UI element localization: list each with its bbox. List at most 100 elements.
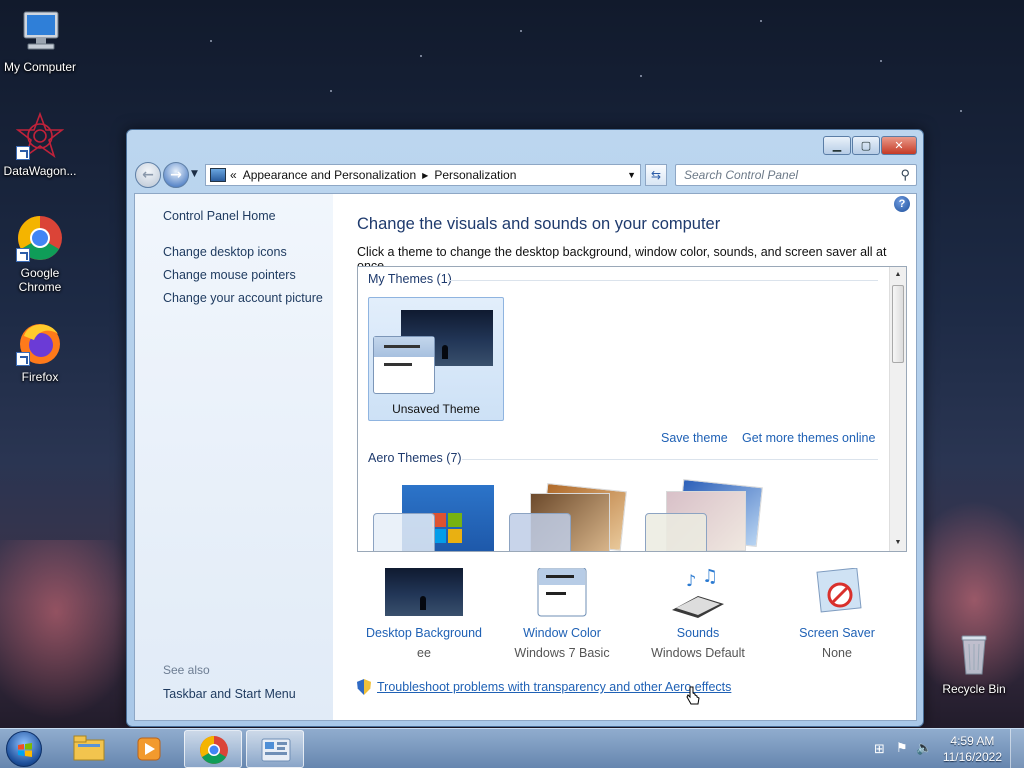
volume-icon[interactable]: 🔈: [916, 741, 932, 756]
aero-themes-label: Aero Themes (7): [368, 451, 462, 465]
desktop-icon-my-computer[interactable]: My Computer: [0, 8, 80, 74]
address-row: ← → ▼ « Appearance and Personalization ▶…: [135, 162, 917, 189]
recent-pages-dropdown[interactable]: ▼: [191, 169, 198, 179]
network-icon[interactable]: ⊞: [874, 742, 885, 757]
desktop-background-setting[interactable]: Desktop Background ee: [356, 568, 492, 660]
control-panel-icon: [261, 738, 291, 762]
action-center-flag-icon[interactable]: ⚑: [896, 741, 908, 756]
content-area: Control Panel Home Change desktop icons …: [134, 193, 917, 721]
refresh-icon: ⇆: [650, 168, 662, 182]
desktop-icon-datawagon[interactable]: DataWagon...: [0, 111, 80, 178]
back-button[interactable]: ←: [135, 162, 161, 188]
sounds-setting[interactable]: ♪ ♫ Sounds Windows Default: [630, 566, 766, 660]
scroll-up-icon[interactable]: ▲: [890, 267, 906, 283]
scrollbar-thumb[interactable]: [892, 285, 904, 363]
desktop-icon-label: DataWagon...: [3, 164, 77, 178]
start-button[interactable]: [6, 731, 42, 767]
wallpaper-star: [760, 20, 762, 22]
change-account-picture-link[interactable]: Change your account picture: [163, 291, 323, 305]
desktop-icon-label: Google Chrome: [18, 266, 62, 294]
control-panel-icon: [210, 168, 226, 182]
troubleshoot-aero-link[interactable]: Troubleshoot problems with transparency …: [377, 680, 731, 694]
aero-theme-windows7[interactable]: [358, 267, 359, 268]
taskbar-media-player-button[interactable]: [120, 730, 178, 768]
get-more-themes-link[interactable]: Get more themes online: [742, 431, 875, 445]
maximize-button[interactable]: ▢: [852, 136, 880, 155]
address-dropdown-icon[interactable]: ▼: [627, 170, 636, 180]
themes-scrollbar[interactable]: ▲ ▼: [889, 267, 906, 551]
uac-shield-icon: [357, 679, 371, 695]
refresh-button[interactable]: ⇆: [645, 164, 667, 186]
media-player-icon: [137, 737, 161, 761]
screen-saver-value: None: [822, 646, 852, 660]
recycle-bin-icon: [950, 630, 998, 678]
sounds-link[interactable]: Sounds: [630, 626, 766, 640]
search-input[interactable]: Search Control Panel ⚲: [675, 164, 917, 186]
wallpaper-star: [880, 60, 882, 62]
see-also-label: See also: [163, 663, 210, 677]
save-theme-link[interactable]: Save theme: [661, 431, 728, 445]
search-icon[interactable]: ⚲: [900, 167, 910, 183]
sounds-value: Windows Default: [651, 646, 745, 660]
my-themes-label: My Themes (1): [368, 272, 452, 286]
clock-time: 4:59 AM: [950, 734, 995, 748]
unsaved-theme-label: Unsaved Theme: [392, 402, 480, 416]
hand-cursor-icon: [686, 686, 700, 706]
minimize-button[interactable]: ▁: [823, 136, 851, 155]
shortcut-arrow-icon: [16, 352, 30, 366]
close-button[interactable]: ✕: [881, 136, 917, 155]
breadcrumb-personalization[interactable]: Personalization: [434, 168, 516, 182]
wallpaper-star: [640, 75, 642, 77]
svg-text:♫: ♫: [702, 568, 718, 587]
show-desktop-button[interactable]: [1010, 729, 1024, 768]
datawagon-icon: [15, 111, 65, 160]
firefox-icon: [16, 318, 64, 366]
taskbar-start-menu-link[interactable]: Taskbar and Start Menu: [163, 687, 296, 701]
desktop-background-icon: [384, 568, 464, 618]
breadcrumb-separator-icon[interactable]: ▶: [422, 171, 428, 180]
screen-saver-setting[interactable]: Screen Saver None: [769, 567, 905, 660]
chrome-icon: [200, 736, 228, 764]
desktop-background-link[interactable]: Desktop Background: [356, 626, 492, 640]
group-divider: [448, 280, 878, 281]
folder-icon: [73, 735, 105, 761]
change-mouse-pointers-link[interactable]: Change mouse pointers: [163, 268, 296, 282]
change-desktop-icons-link[interactable]: Change desktop icons: [163, 245, 287, 259]
svg-text:♪: ♪: [686, 571, 696, 590]
breadcrumb-overflow[interactable]: «: [230, 168, 237, 182]
desktop-icon-firefox[interactable]: Firefox: [0, 318, 80, 384]
wallpaper-star: [330, 90, 332, 92]
personalization-window: ▁ ▢ ✕ ← → ▼ « Appearance and Personaliza…: [126, 129, 924, 727]
window-color-preview: [373, 336, 435, 394]
screen-saver-link[interactable]: Screen Saver: [769, 626, 905, 640]
window-color-icon: [522, 567, 602, 618]
left-pane: Control Panel Home Change desktop icons …: [135, 194, 333, 720]
wallpaper-star: [420, 55, 422, 57]
shortcut-arrow-icon: [16, 248, 30, 262]
unsaved-theme-tile[interactable]: Unsaved Theme: [368, 297, 504, 421]
group-divider: [462, 459, 878, 460]
right-pane: ? Change the visuals and sounds on your …: [333, 194, 916, 720]
clock[interactable]: 4:59 AM 11/16/2022: [943, 733, 1002, 765]
window-color-setting[interactable]: Window Color Windows 7 Basic: [494, 567, 630, 660]
forward-button[interactable]: →: [163, 162, 189, 188]
wallpaper-star: [210, 40, 212, 42]
window-color-value: Windows 7 Basic: [514, 646, 610, 660]
taskbar-chrome-button[interactable]: [184, 730, 242, 768]
taskbar-explorer-button[interactable]: [60, 730, 118, 768]
themes-list: My Themes (1) Unsaved Theme Save theme G…: [357, 266, 907, 552]
address-bar[interactable]: « Appearance and Personalization ▶ Perso…: [205, 164, 641, 186]
window-color-link[interactable]: Window Color: [494, 626, 630, 640]
breadcrumb-appearance[interactable]: Appearance and Personalization: [243, 168, 416, 182]
windows-flag-icon: [18, 743, 32, 757]
desktop-icon-recycle-bin[interactable]: Recycle Bin: [934, 630, 1014, 696]
computer-icon: [16, 8, 64, 56]
system-tray: ⊞ ⚑ 🔈 4:59 AM 11/16/2022: [854, 729, 1024, 768]
scroll-down-icon[interactable]: ▼: [890, 535, 906, 551]
desktop-icon-label: Recycle Bin: [942, 682, 1006, 696]
desktop-icon-chrome[interactable]: Google Chrome: [0, 214, 80, 294]
taskbar-control-panel-button[interactable]: [246, 730, 304, 768]
control-panel-home-link[interactable]: Control Panel Home: [163, 209, 276, 223]
wallpaper-glow-left: [0, 540, 140, 720]
help-icon[interactable]: ?: [894, 196, 910, 212]
